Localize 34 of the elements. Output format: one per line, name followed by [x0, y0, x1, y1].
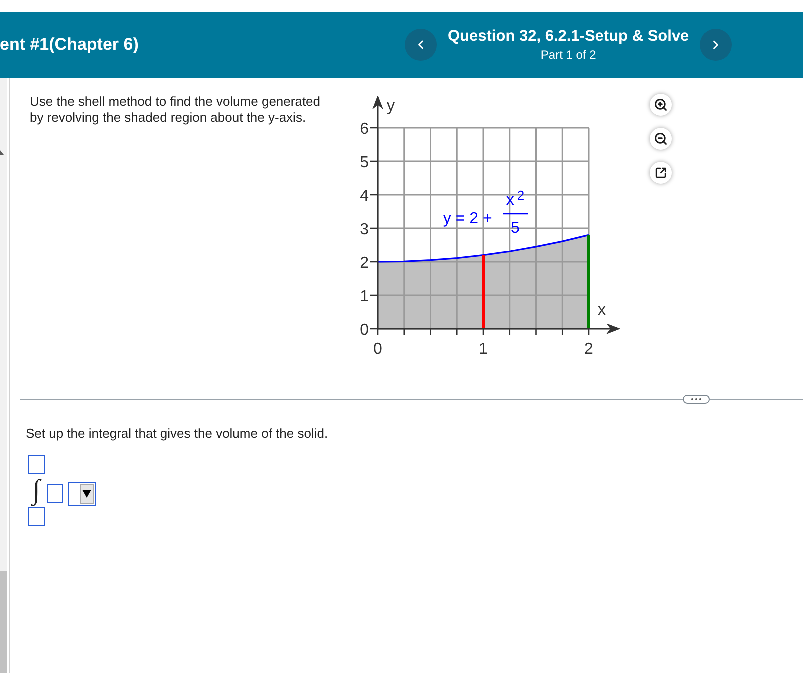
ellipsis-icon: [691, 398, 702, 401]
axis-tick-label: 2: [584, 341, 594, 358]
axis-label: y: [387, 98, 395, 115]
axis-tick-label: 0: [374, 341, 382, 358]
integral-sign: ∫: [30, 476, 43, 506]
external-link-icon: [655, 167, 667, 179]
scrollbar-thumb[interactable]: [0, 571, 7, 673]
question-prompt: Use the shell method to find the volume generated by revolving the shaded region about the y-axis.: [30, 94, 322, 126]
question-title: Question 32, 6.2.1-Setup & Solve: [448, 27, 690, 47]
zoom-in-icon: [654, 98, 668, 112]
axis-tick-label: 1: [479, 341, 488, 358]
axis-label: x: [598, 302, 606, 319]
zoom-out-button[interactable]: [650, 128, 672, 150]
axis-tick-label: 0: [360, 322, 369, 339]
axis-tick-label: 5: [360, 154, 369, 172]
zoom-out-icon: [654, 132, 668, 146]
caret-down-icon: [80, 484, 94, 504]
zoom-in-button[interactable]: [650, 94, 672, 116]
axis-tick-label: 6: [360, 121, 369, 138]
assignment-title: ent #1(Chapter 6): [0, 35, 140, 55]
lower-limit-field[interactable]: [28, 507, 45, 526]
popout-button[interactable]: [650, 162, 672, 184]
part-label: Part 1 of 2: [540, 47, 596, 63]
axis-tick-label: 3: [360, 222, 369, 238]
axis-tick-label: 4: [360, 188, 369, 205]
axis-tick-label: 2: [360, 255, 369, 272]
upper-limit-field[interactable]: [28, 455, 45, 474]
dropdown-field[interactable]: [68, 482, 96, 506]
integrand-field[interactable]: [47, 484, 63, 503]
axis-tick-label: 1: [360, 288, 369, 306]
more-button[interactable]: [683, 395, 710, 404]
part-prompt: Set up the integral that gives the volume of the solid.: [26, 426, 328, 442]
scroll-up-arrow-icon[interactable]: [0, 150, 4, 155]
scrollbar-track[interactable]: [0, 78, 7, 673]
